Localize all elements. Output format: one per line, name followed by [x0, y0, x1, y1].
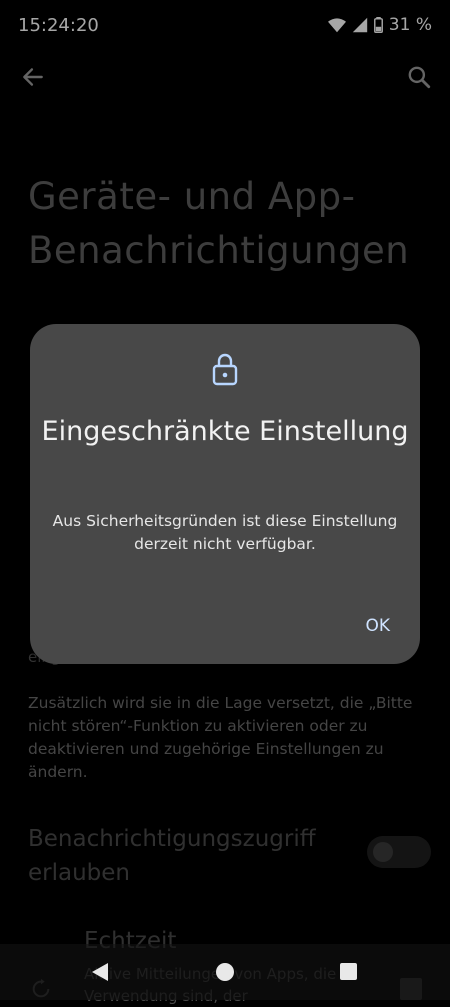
nav-back-icon[interactable]	[90, 962, 110, 982]
nav-home-icon[interactable]	[216, 963, 234, 981]
navigation-bar	[0, 944, 450, 1000]
ok-button[interactable]: OK	[365, 616, 390, 636]
dialog-message: Aus Sicherheitsgründen ist diese Einstel…	[52, 512, 398, 553]
lock-icon	[212, 353, 238, 386]
dialog-title: Eingeschränkte Einstellung	[41, 416, 409, 447]
nav-recents-icon[interactable]	[340, 963, 357, 980]
restricted-setting-dialog: Eingeschränkte Einstellung Aus Sicherhei…	[30, 324, 420, 664]
